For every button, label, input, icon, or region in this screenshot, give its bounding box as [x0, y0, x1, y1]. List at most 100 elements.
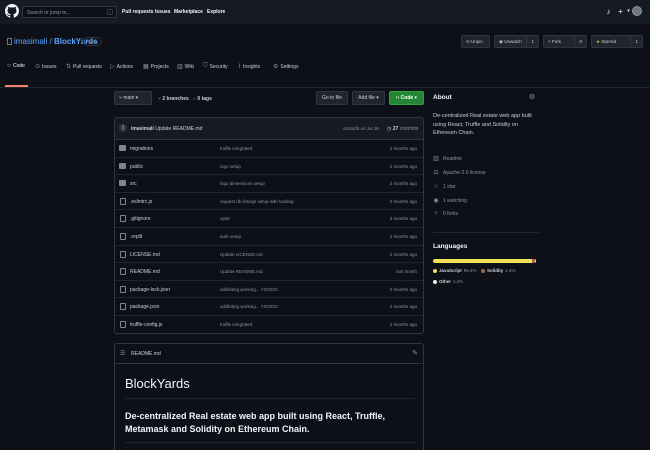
commit-hash-date[interactable]: a24a1f5 on Jul 18 [343, 126, 379, 131]
language-bar-segment [433, 259, 533, 263]
tab-issues[interactable]: ⊙ Issues [35, 63, 56, 71]
readme-link[interactable]: ▥ Readme [433, 155, 462, 163]
file-commit-message[interactable]: upstr [220, 216, 230, 221]
fork-button[interactable]: ⑂ Fork 0 [543, 35, 587, 48]
tags-link[interactable]: ⌂ 0 tags [193, 96, 212, 102]
nav-marketplace[interactable]: Marketplace [174, 9, 203, 15]
notifications-bell-icon[interactable]: ♪ [604, 7, 613, 16]
edit-pencil-icon[interactable]: ✎ [412, 349, 418, 357]
file-row[interactable]: .gitignore upstr 3 months ago [115, 210, 423, 228]
file-name[interactable]: LICENSE.md [130, 252, 160, 258]
file-row[interactable]: truffle-config.js truffle integrated 2 mon… [115, 316, 423, 333]
file-commit-age: 2 months ago [389, 181, 417, 187]
file-commit-message[interactable]: request db listings setup with loading [220, 199, 294, 204]
file-commit-age: 2 months ago [389, 251, 417, 257]
license-link[interactable]: ⚖ Apache-2.0 license [433, 169, 485, 177]
branches-count: 2 branches [162, 96, 189, 102]
file-row[interactable]: public logo setup 2 months ago [115, 158, 423, 176]
file-name[interactable]: .replit [130, 234, 142, 240]
unwatch-button[interactable]: ◉ Unwatch 1 [494, 35, 539, 48]
fork-count: 0 [574, 35, 586, 48]
readme-header: ☰ README.md ✎ [115, 344, 423, 364]
language-other[interactable]: Other 1.2% [433, 279, 463, 284]
language-javascript[interactable]: JavaScript 96.4% [433, 268, 477, 273]
search-input[interactable]: Search or jump to... / [22, 6, 117, 18]
repo-owner-link[interactable]: imasimali [14, 37, 47, 46]
file-name[interactable]: src [130, 181, 137, 187]
file-row[interactable]: package-lock.json addlisting working... Y… [115, 281, 423, 299]
nav-explore[interactable]: Explore [207, 9, 225, 15]
file-commit-age: 2 months ago [389, 321, 417, 327]
file-name[interactable]: .gitignore [130, 216, 151, 222]
branches-link[interactable]: ⑂ 2 branches [158, 96, 189, 102]
tab-projects[interactable]: ▦ Projects [143, 63, 169, 71]
branch-select-button[interactable]: ⑂ main ▾ [114, 91, 152, 105]
file-commit-message[interactable]: addlisting working... YOOOO [220, 304, 278, 309]
unpin-button[interactable]: ⊙ Unpin [461, 35, 490, 48]
go-to-file-button[interactable]: Go to file [316, 91, 348, 105]
file-row[interactable]: migrations truffle integrated 2 months ago [115, 140, 423, 158]
file-row[interactable]: README.md Update README.md last month [115, 263, 423, 281]
table-icon: ▦ [143, 64, 149, 70]
file-commit-age: 2 months ago [389, 304, 417, 310]
watchers-link[interactable]: ◉ 1 watching [433, 197, 467, 205]
file-name[interactable]: README.md [130, 269, 160, 275]
tab-actions[interactable]: ▷ Actions [110, 63, 133, 71]
language-solidity[interactable]: Solidity 2.4% [481, 268, 516, 273]
nav-issues[interactable]: Issues [155, 9, 171, 15]
file-row[interactable]: package.json addlisting working... YOOOO 2… [115, 298, 423, 316]
search-shortcut-key: / [107, 9, 113, 15]
file-commit-message[interactable]: truffle integrated [220, 322, 252, 327]
file-row[interactable]: LICENSE.md Update LICENSE.md 2 months ago [115, 246, 423, 264]
file-commit-message[interactable]: Update LICENSE.md [220, 252, 263, 257]
add-file-button[interactable]: Add file ▾ [352, 91, 385, 105]
file-commit-message[interactable]: addlisting working... YOOOO [220, 287, 278, 292]
nav-pull-requests[interactable]: Pull requests [122, 9, 153, 15]
tab-settings-label: Settings [280, 63, 299, 70]
tab-settings[interactable]: ⚙ Settings [273, 63, 299, 71]
file-commit-message[interactable]: logo setup [220, 164, 241, 169]
list-icon[interactable]: ☰ [120, 350, 125, 357]
star-count: 1 [630, 35, 642, 48]
tab-pull-requests[interactable]: ⇅ Pull requests [66, 63, 102, 71]
file-name[interactable]: package-lock.json [130, 287, 170, 293]
tab-code-label: Code [13, 63, 25, 69]
github-logo-icon[interactable] [5, 4, 19, 18]
readme-filename[interactable]: README.md [131, 351, 161, 357]
file-name[interactable]: .eslintrc.js [130, 199, 152, 205]
gear-icon[interactable]: ⚙ [529, 93, 535, 101]
file-name[interactable]: truffle-config.js [130, 322, 162, 328]
file-name[interactable]: package.json [130, 304, 159, 310]
tab-security[interactable]: ⛉ Security [203, 63, 228, 70]
commit-message[interactable]: Update README.md [155, 126, 202, 132]
unpin-label: Unpin [471, 39, 483, 44]
gear-icon: ⚙ [273, 64, 279, 70]
file-row[interactable]: .eslintrc.js request db listings setup wi… [115, 193, 423, 211]
commit-author[interactable]: imasimali [131, 126, 154, 132]
tab-wiki[interactable]: ▥ Wiki [177, 63, 194, 71]
file-row[interactable]: src logo dimensions setup 2 months ago [115, 175, 423, 193]
language-name: Solidity [487, 268, 504, 273]
file-commit-message[interactable]: truffle integrated [220, 146, 252, 151]
forks-link[interactable]: ⑂ 0 forks [433, 211, 458, 217]
user-avatar[interactable] [632, 6, 642, 16]
stars-link[interactable]: ☆ 1 star [433, 183, 455, 191]
code-button[interactable]: ‹› Code ▾ [389, 91, 424, 105]
commit-date: on Jul 18 [360, 126, 379, 131]
tab-insights[interactable]: ⌇ Insights [238, 63, 260, 71]
file-commit-message[interactable]: logo dimensions setup [220, 181, 265, 186]
file-commit-message[interactable]: auth setup [220, 234, 241, 239]
file-row[interactable]: .replit auth setup 2 months ago [115, 228, 423, 246]
starred-button[interactable]: ★ Starred 1 [591, 35, 643, 48]
commit-author-avatar[interactable]: | [119, 124, 127, 132]
commit-hash: a24a1f5 [343, 126, 360, 131]
language-name: Other [439, 279, 452, 284]
divider [433, 232, 539, 233]
commits-link[interactable]: ◷ 27 commits [387, 126, 418, 132]
file-commit-message[interactable]: Update README.md [220, 269, 263, 274]
file-name[interactable]: migrations [130, 146, 153, 152]
divider [125, 398, 415, 399]
file-name[interactable]: public [130, 164, 143, 170]
tab-code[interactable]: ‹› Code [7, 63, 25, 69]
issue-icon: ⊙ [35, 64, 41, 70]
